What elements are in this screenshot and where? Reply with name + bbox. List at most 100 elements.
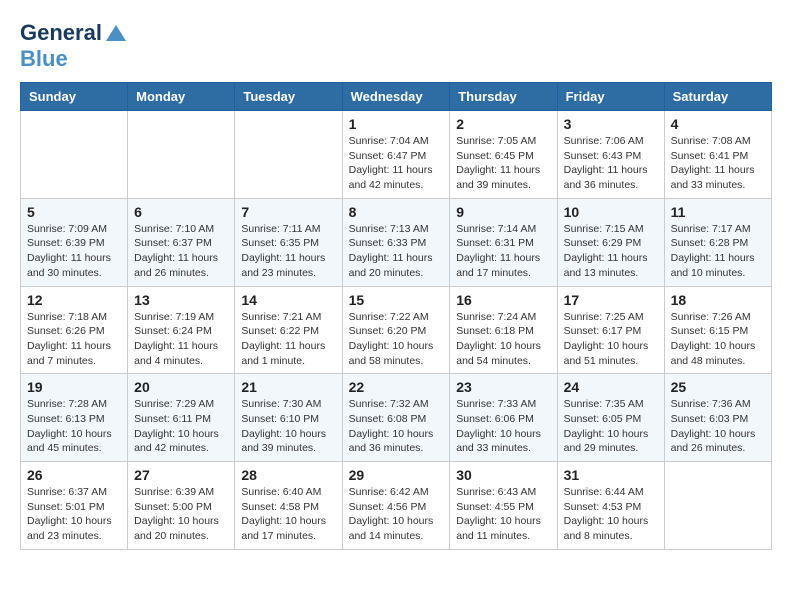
day-number: 5 xyxy=(27,204,121,220)
day-info: Sunrise: 7:19 AM Sunset: 6:24 PM Dayligh… xyxy=(134,310,228,369)
day-info: Sunrise: 7:10 AM Sunset: 6:37 PM Dayligh… xyxy=(134,222,228,281)
day-number: 21 xyxy=(241,379,335,395)
day-number: 16 xyxy=(456,292,550,308)
day-number: 30 xyxy=(456,467,550,483)
calendar-cell: 19 Sunrise: 7:28 AM Sunset: 6:13 PM Dayli… xyxy=(21,374,128,462)
page-header: General Blue xyxy=(20,20,772,72)
day-info: Sunrise: 6:44 AM Sunset: 4:53 PM Dayligh… xyxy=(564,485,658,544)
day-info: Sunrise: 7:32 AM Sunset: 6:08 PM Dayligh… xyxy=(349,397,444,456)
calendar-cell: 3 Sunrise: 7:06 AM Sunset: 6:43 PM Daylig… xyxy=(557,111,664,199)
column-header-wednesday: Wednesday xyxy=(342,83,450,111)
day-number: 3 xyxy=(564,116,658,132)
day-info: Sunrise: 7:08 AM Sunset: 6:41 PM Dayligh… xyxy=(671,134,765,193)
logo-blue: Blue xyxy=(20,46,68,72)
calendar-cell: 31 Sunrise: 6:44 AM Sunset: 4:53 PM Dayli… xyxy=(557,462,664,550)
day-number: 7 xyxy=(241,204,335,220)
day-number: 4 xyxy=(671,116,765,132)
day-info: Sunrise: 7:33 AM Sunset: 6:06 PM Dayligh… xyxy=(456,397,550,456)
calendar-cell: 14 Sunrise: 7:21 AM Sunset: 6:22 PM Dayli… xyxy=(235,286,342,374)
day-number: 1 xyxy=(349,116,444,132)
calendar-cell: 2 Sunrise: 7:05 AM Sunset: 6:45 PM Daylig… xyxy=(450,111,557,199)
day-info: Sunrise: 7:21 AM Sunset: 6:22 PM Dayligh… xyxy=(241,310,335,369)
calendar-cell: 5 Sunrise: 7:09 AM Sunset: 6:39 PM Daylig… xyxy=(21,198,128,286)
day-info: Sunrise: 6:42 AM Sunset: 4:56 PM Dayligh… xyxy=(349,485,444,544)
day-info: Sunrise: 6:40 AM Sunset: 4:58 PM Dayligh… xyxy=(241,485,335,544)
day-info: Sunrise: 6:43 AM Sunset: 4:55 PM Dayligh… xyxy=(456,485,550,544)
column-header-sunday: Sunday xyxy=(21,83,128,111)
day-number: 31 xyxy=(564,467,658,483)
day-info: Sunrise: 7:13 AM Sunset: 6:33 PM Dayligh… xyxy=(349,222,444,281)
day-number: 9 xyxy=(456,204,550,220)
calendar-cell: 30 Sunrise: 6:43 AM Sunset: 4:55 PM Dayli… xyxy=(450,462,557,550)
day-info: Sunrise: 7:18 AM Sunset: 6:26 PM Dayligh… xyxy=(27,310,121,369)
calendar-cell: 7 Sunrise: 7:11 AM Sunset: 6:35 PM Daylig… xyxy=(235,198,342,286)
day-number: 17 xyxy=(564,292,658,308)
day-number: 12 xyxy=(27,292,121,308)
day-number: 18 xyxy=(671,292,765,308)
day-number: 20 xyxy=(134,379,228,395)
day-number: 6 xyxy=(134,204,228,220)
day-number: 29 xyxy=(349,467,444,483)
day-number: 23 xyxy=(456,379,550,395)
calendar-cell: 12 Sunrise: 7:18 AM Sunset: 6:26 PM Dayli… xyxy=(21,286,128,374)
calendar-cell xyxy=(235,111,342,199)
calendar-cell: 28 Sunrise: 6:40 AM Sunset: 4:58 PM Dayli… xyxy=(235,462,342,550)
day-info: Sunrise: 6:39 AM Sunset: 5:00 PM Dayligh… xyxy=(134,485,228,544)
day-info: Sunrise: 7:17 AM Sunset: 6:28 PM Dayligh… xyxy=(671,222,765,281)
calendar-cell xyxy=(664,462,771,550)
calendar-header-row: SundayMondayTuesdayWednesdayThursdayFrid… xyxy=(21,83,772,111)
day-info: Sunrise: 7:29 AM Sunset: 6:11 PM Dayligh… xyxy=(134,397,228,456)
calendar-table: SundayMondayTuesdayWednesdayThursdayFrid… xyxy=(20,82,772,550)
calendar-cell: 6 Sunrise: 7:10 AM Sunset: 6:37 PM Daylig… xyxy=(128,198,235,286)
day-number: 24 xyxy=(564,379,658,395)
day-number: 10 xyxy=(564,204,658,220)
calendar-cell: 10 Sunrise: 7:15 AM Sunset: 6:29 PM Dayli… xyxy=(557,198,664,286)
day-number: 25 xyxy=(671,379,765,395)
calendar-cell xyxy=(128,111,235,199)
day-number: 22 xyxy=(349,379,444,395)
day-number: 15 xyxy=(349,292,444,308)
day-info: Sunrise: 7:15 AM Sunset: 6:29 PM Dayligh… xyxy=(564,222,658,281)
day-info: Sunrise: 7:30 AM Sunset: 6:10 PM Dayligh… xyxy=(241,397,335,456)
day-info: Sunrise: 7:25 AM Sunset: 6:17 PM Dayligh… xyxy=(564,310,658,369)
day-number: 8 xyxy=(349,204,444,220)
column-header-saturday: Saturday xyxy=(664,83,771,111)
calendar-cell: 25 Sunrise: 7:36 AM Sunset: 6:03 PM Dayli… xyxy=(664,374,771,462)
calendar-week-row: 26Sunrise: 6:37 AM Sunset: 5:01 PM Dayli… xyxy=(21,462,772,550)
calendar-week-row: 19 Sunrise: 7:28 AM Sunset: 6:13 PM Dayli… xyxy=(21,374,772,462)
day-info: Sunrise: 7:35 AM Sunset: 6:05 PM Dayligh… xyxy=(564,397,658,456)
calendar-cell: 16 Sunrise: 7:24 AM Sunset: 6:18 PM Dayli… xyxy=(450,286,557,374)
calendar-cell: 24 Sunrise: 7:35 AM Sunset: 6:05 PM Dayli… xyxy=(557,374,664,462)
day-number: 27 xyxy=(134,467,228,483)
column-header-tuesday: Tuesday xyxy=(235,83,342,111)
logo-general: General xyxy=(20,20,102,46)
calendar-cell: 15Sunrise: 7:22 AM Sunset: 6:20 PM Dayli… xyxy=(342,286,450,374)
calendar-cell: 20 Sunrise: 7:29 AM Sunset: 6:11 PM Dayli… xyxy=(128,374,235,462)
day-info: Sunrise: 7:09 AM Sunset: 6:39 PM Dayligh… xyxy=(27,222,121,281)
calendar-week-row: 1 Sunrise: 7:04 AM Sunset: 6:47 PM Daylig… xyxy=(21,111,772,199)
calendar-cell: 18 Sunrise: 7:26 AM Sunset: 6:15 PM Dayli… xyxy=(664,286,771,374)
day-info: Sunrise: 7:06 AM Sunset: 6:43 PM Dayligh… xyxy=(564,134,658,193)
calendar-cell: 22 Sunrise: 7:32 AM Sunset: 6:08 PM Dayli… xyxy=(342,374,450,462)
day-number: 19 xyxy=(27,379,121,395)
day-number: 2 xyxy=(456,116,550,132)
calendar-cell: 23 Sunrise: 7:33 AM Sunset: 6:06 PM Dayli… xyxy=(450,374,557,462)
calendar-cell: 27 Sunrise: 6:39 AM Sunset: 5:00 PM Dayli… xyxy=(128,462,235,550)
day-info: Sunrise: 7:24 AM Sunset: 6:18 PM Dayligh… xyxy=(456,310,550,369)
calendar-week-row: 5 Sunrise: 7:09 AM Sunset: 6:39 PM Daylig… xyxy=(21,198,772,286)
calendar-cell: 1 Sunrise: 7:04 AM Sunset: 6:47 PM Daylig… xyxy=(342,111,450,199)
column-header-friday: Friday xyxy=(557,83,664,111)
calendar-cell: 29 Sunrise: 6:42 AM Sunset: 4:56 PM Dayli… xyxy=(342,462,450,550)
day-number: 28 xyxy=(241,467,335,483)
day-info: Sunrise: 7:04 AM Sunset: 6:47 PM Dayligh… xyxy=(349,134,444,193)
calendar-week-row: 12 Sunrise: 7:18 AM Sunset: 6:26 PM Dayli… xyxy=(21,286,772,374)
calendar-cell: 9Sunrise: 7:14 AM Sunset: 6:31 PM Daylig… xyxy=(450,198,557,286)
column-header-thursday: Thursday xyxy=(450,83,557,111)
day-info: Sunrise: 7:26 AM Sunset: 6:15 PM Dayligh… xyxy=(671,310,765,369)
day-number: 14 xyxy=(241,292,335,308)
day-info: Sunrise: 7:05 AM Sunset: 6:45 PM Dayligh… xyxy=(456,134,550,193)
day-info: Sunrise: 7:11 AM Sunset: 6:35 PM Dayligh… xyxy=(241,222,335,281)
column-header-monday: Monday xyxy=(128,83,235,111)
day-info: Sunrise: 7:36 AM Sunset: 6:03 PM Dayligh… xyxy=(671,397,765,456)
day-info: Sunrise: 7:28 AM Sunset: 6:13 PM Dayligh… xyxy=(27,397,121,456)
